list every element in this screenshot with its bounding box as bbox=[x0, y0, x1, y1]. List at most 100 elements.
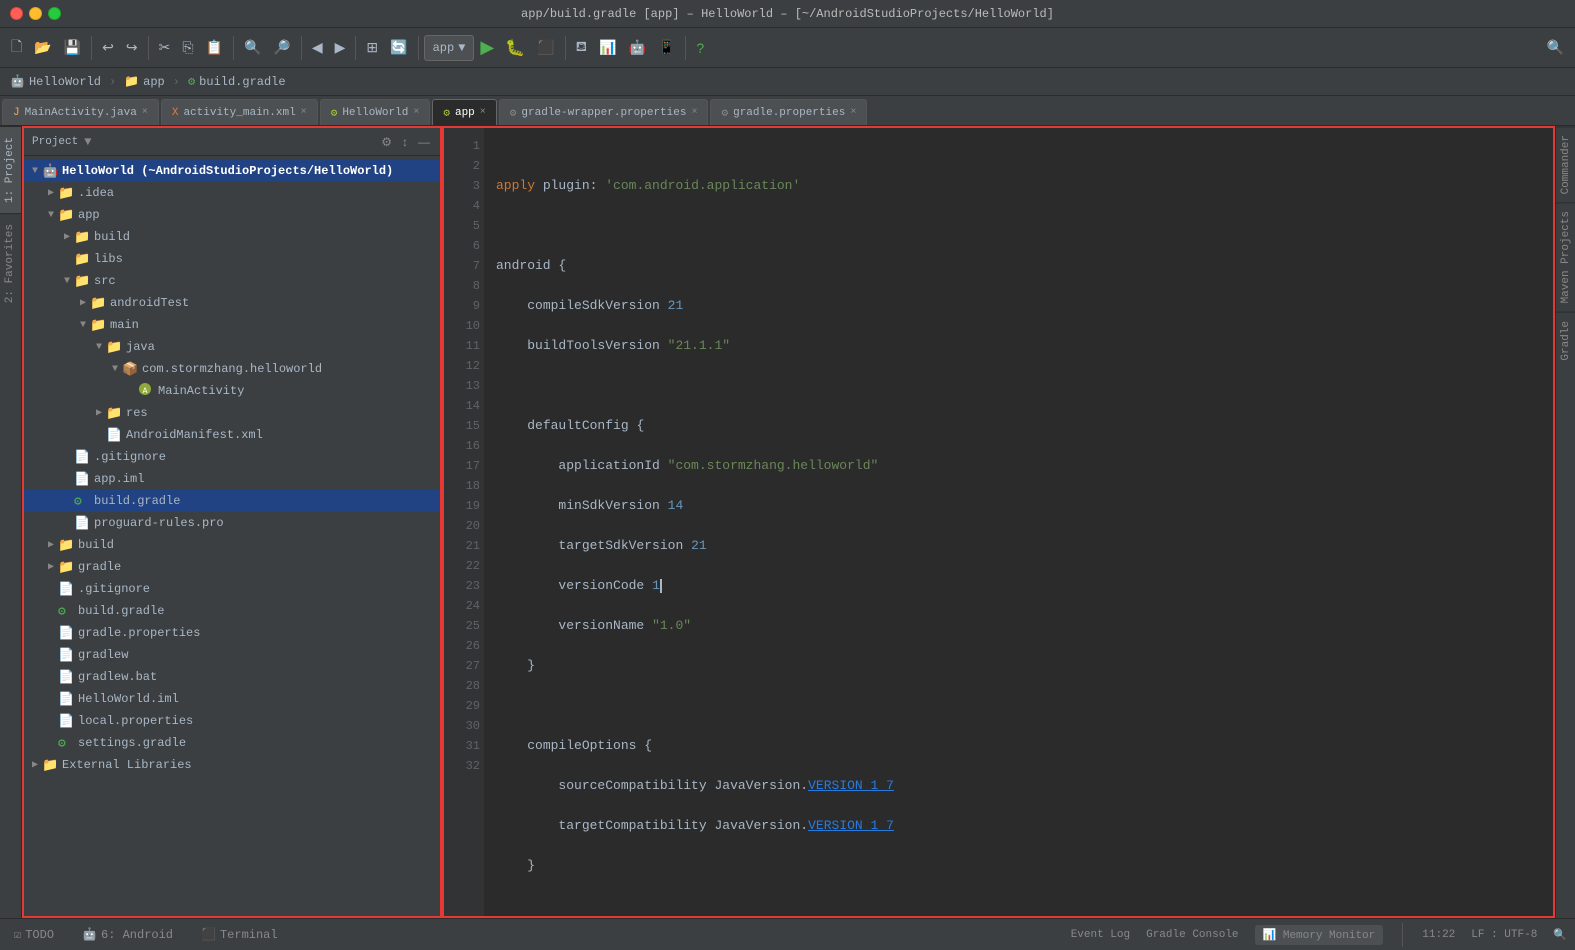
tree-item-libs[interactable]: 📁 libs bbox=[24, 248, 440, 270]
status-event-log[interactable]: Event Log bbox=[1071, 929, 1130, 941]
tree-item-java[interactable]: ▼ 📁 java bbox=[24, 336, 440, 358]
tree-item-androidmanifest[interactable]: 📄 AndroidManifest.xml bbox=[24, 424, 440, 446]
breadcrumb-helloworld[interactable]: 🤖 HelloWorld bbox=[10, 74, 101, 89]
tab-mainactivity-close[interactable]: × bbox=[142, 107, 148, 118]
open-button[interactable]: 📂 bbox=[29, 36, 56, 59]
bottom-tab-terminal[interactable]: ⬛ Terminal bbox=[195, 923, 284, 946]
tab-helloworld-close[interactable]: × bbox=[413, 107, 419, 118]
tree-item-gradlew[interactable]: 📄 gradlew bbox=[24, 644, 440, 666]
bottom-tab-android[interactable]: 🤖 6: Android bbox=[76, 923, 179, 946]
panel-minimize-button[interactable]: — bbox=[416, 133, 432, 151]
tree-item-idea[interactable]: ▶ 📁 .idea bbox=[24, 182, 440, 204]
stop-button[interactable]: ⬛ bbox=[532, 36, 559, 59]
tab-gradle-wrapper[interactable]: ⚙ gradle-wrapper.properties × bbox=[499, 99, 709, 125]
line-num-14: 14 bbox=[448, 396, 480, 416]
search-everywhere-button[interactable]: 🔍 bbox=[1542, 36, 1569, 59]
line-num-11: 11 bbox=[448, 336, 480, 356]
tree-item-app-iml[interactable]: 📄 app.iml bbox=[24, 468, 440, 490]
tab-gradle-wrapper-close[interactable]: × bbox=[691, 107, 697, 118]
tree-item-mainactivity[interactable]: A MainActivity bbox=[24, 380, 440, 402]
tree-arrow-src: ▼ bbox=[60, 276, 74, 287]
tree-arrow-res: ▶ bbox=[92, 407, 106, 419]
tree-item-root[interactable]: ▼ 🤖 HelloWorld (~AndroidStudioProjects/H… bbox=[24, 160, 440, 182]
right-tab-gradle[interactable]: Gradle bbox=[1556, 312, 1575, 369]
copy-button[interactable]: ⎘ bbox=[177, 36, 198, 59]
save-button[interactable]: 💾 bbox=[59, 36, 86, 59]
run-button[interactable]: ▶ bbox=[476, 35, 498, 60]
tab-activity-main-close[interactable]: × bbox=[301, 107, 307, 118]
status-memory-monitor[interactable]: 📊 Memory Monitor bbox=[1255, 925, 1384, 945]
android-button[interactable]: 🤖 bbox=[624, 36, 651, 59]
maximize-button[interactable] bbox=[48, 7, 61, 20]
run-config-dropdown[interactable]: app ▼ bbox=[424, 35, 475, 61]
code-editor[interactable]: 1 2 3 4 5 6 7 8 9 10 11 12 13 14 15 16 1… bbox=[444, 128, 1553, 916]
breadcrumb-file[interactable]: ⚙ build.gradle bbox=[188, 74, 286, 89]
debug-button[interactable]: 🐛 bbox=[500, 35, 530, 61]
coverage-button[interactable]: ⛾ bbox=[571, 35, 592, 60]
tree-item-gradle-properties[interactable]: 📄 gradle.properties bbox=[24, 622, 440, 644]
tab-gradle-props[interactable]: ⚙ gradle.properties × bbox=[710, 99, 867, 125]
cut-button[interactable]: ✂ bbox=[154, 36, 176, 59]
back-button[interactable]: ◀ bbox=[307, 36, 328, 59]
tree-item-helloworld-iml[interactable]: 📄 HelloWorld.iml bbox=[24, 688, 440, 710]
tree-item-main[interactable]: ▼ 📁 main bbox=[24, 314, 440, 336]
tree-item-gradlewbat[interactable]: 📄 gradlew.bat bbox=[24, 666, 440, 688]
undo-button[interactable]: ↩ bbox=[97, 36, 119, 59]
tabs-bar: J MainActivity.java × X activity_main.xm… bbox=[0, 96, 1575, 126]
paste-button[interactable]: 📋 bbox=[201, 36, 228, 59]
replace-button[interactable]: 🔎 bbox=[268, 36, 295, 59]
todo-icon: ☑ bbox=[14, 927, 21, 942]
help-button[interactable]: ? bbox=[691, 37, 709, 59]
code-content[interactable]: apply plugin: 'com.android.application' … bbox=[484, 128, 1553, 916]
ddms-button[interactable]: 📱 bbox=[653, 36, 680, 59]
status-line-ending[interactable]: LF : UTF-8 bbox=[1471, 929, 1537, 941]
profile-button[interactable]: 📊 bbox=[594, 36, 621, 59]
right-tab-commander[interactable]: Commander bbox=[1556, 126, 1575, 202]
tab-gradle-props-close[interactable]: × bbox=[850, 107, 856, 118]
tree-item-src[interactable]: ▼ 📁 src bbox=[24, 270, 440, 292]
tab-helloworld[interactable]: ⚙ HelloWorld × bbox=[320, 99, 431, 125]
tab-mainactivity[interactable]: J MainActivity.java × bbox=[2, 99, 159, 125]
tree-item-proguard[interactable]: 📄 proguard-rules.pro bbox=[24, 512, 440, 534]
tree-item-build-app[interactable]: ▶ 📁 build bbox=[24, 226, 440, 248]
sidebar-item-favorites[interactable]: 2: Favorites bbox=[0, 213, 21, 313]
new-file-button[interactable]: 🗋 bbox=[6, 33, 27, 63]
redo-button[interactable]: ↪ bbox=[121, 36, 143, 59]
sync-button[interactable]: 🔄 bbox=[385, 36, 412, 59]
breadcrumb-app[interactable]: 📁 app bbox=[124, 74, 165, 89]
tree-item-package[interactable]: ▼ 📦 com.stormzhang.helloworld bbox=[24, 358, 440, 380]
tree-item-res[interactable]: ▶ 📁 res bbox=[24, 402, 440, 424]
structure-button[interactable]: ⊞ bbox=[361, 36, 383, 59]
dropdown-arrow-icon: ▼ bbox=[458, 41, 465, 55]
tree-item-build-gradle-root[interactable]: ⚙ build.gradle bbox=[24, 600, 440, 622]
forward-button[interactable]: ▶ bbox=[330, 36, 351, 59]
tree-item-local-properties[interactable]: 📄 local.properties bbox=[24, 710, 440, 732]
tab-activity-main[interactable]: X activity_main.xml × bbox=[161, 99, 318, 125]
editor-area[interactable]: 1 2 3 4 5 6 7 8 9 10 11 12 13 14 15 16 1… bbox=[442, 126, 1555, 918]
tree-item-external-libs[interactable]: ▶ 📁 External Libraries bbox=[24, 754, 440, 776]
tree-item-build-root[interactable]: ▶ 📁 build bbox=[24, 534, 440, 556]
tree-item-gitignore-app[interactable]: 📄 .gitignore bbox=[24, 446, 440, 468]
tree-item-settings-gradle[interactable]: ⚙ settings.gradle bbox=[24, 732, 440, 754]
tree-item-app[interactable]: ▼ 📁 app bbox=[24, 204, 440, 226]
tab-app-close[interactable]: × bbox=[480, 107, 486, 118]
line-num-30: 30 bbox=[448, 716, 480, 736]
tab-app[interactable]: ⚙ app × bbox=[432, 99, 496, 125]
bottom-tab-todo[interactable]: ☑ TODO bbox=[8, 923, 60, 946]
gitignore-icon-app: 📄 bbox=[74, 450, 90, 465]
tree-item-gitignore-root[interactable]: 📄 .gitignore bbox=[24, 578, 440, 600]
find-button[interactable]: 🔍 bbox=[239, 36, 266, 59]
tree-item-gradle[interactable]: ▶ 📁 gradle bbox=[24, 556, 440, 578]
line-numbers: 1 2 3 4 5 6 7 8 9 10 11 12 13 14 15 16 1… bbox=[444, 128, 484, 916]
sidebar-item-project[interactable]: 1: Project bbox=[0, 126, 21, 213]
tree-item-build-gradle-app[interactable]: ⚙ build.gradle bbox=[24, 490, 440, 512]
status-gradle-console[interactable]: Gradle Console bbox=[1146, 929, 1238, 941]
tree-item-androidtest[interactable]: ▶ 📁 androidTest bbox=[24, 292, 440, 314]
close-button[interactable] bbox=[10, 7, 23, 20]
minimize-button[interactable] bbox=[29, 7, 42, 20]
activity-file-icon: A bbox=[138, 382, 154, 400]
panel-gear-button[interactable]: ⚙ bbox=[379, 133, 394, 151]
folder-icon-main: 📁 bbox=[90, 318, 106, 333]
right-tab-maven[interactable]: Maven Projects bbox=[1556, 202, 1575, 311]
panel-sync-button[interactable]: ↕ bbox=[400, 133, 410, 151]
